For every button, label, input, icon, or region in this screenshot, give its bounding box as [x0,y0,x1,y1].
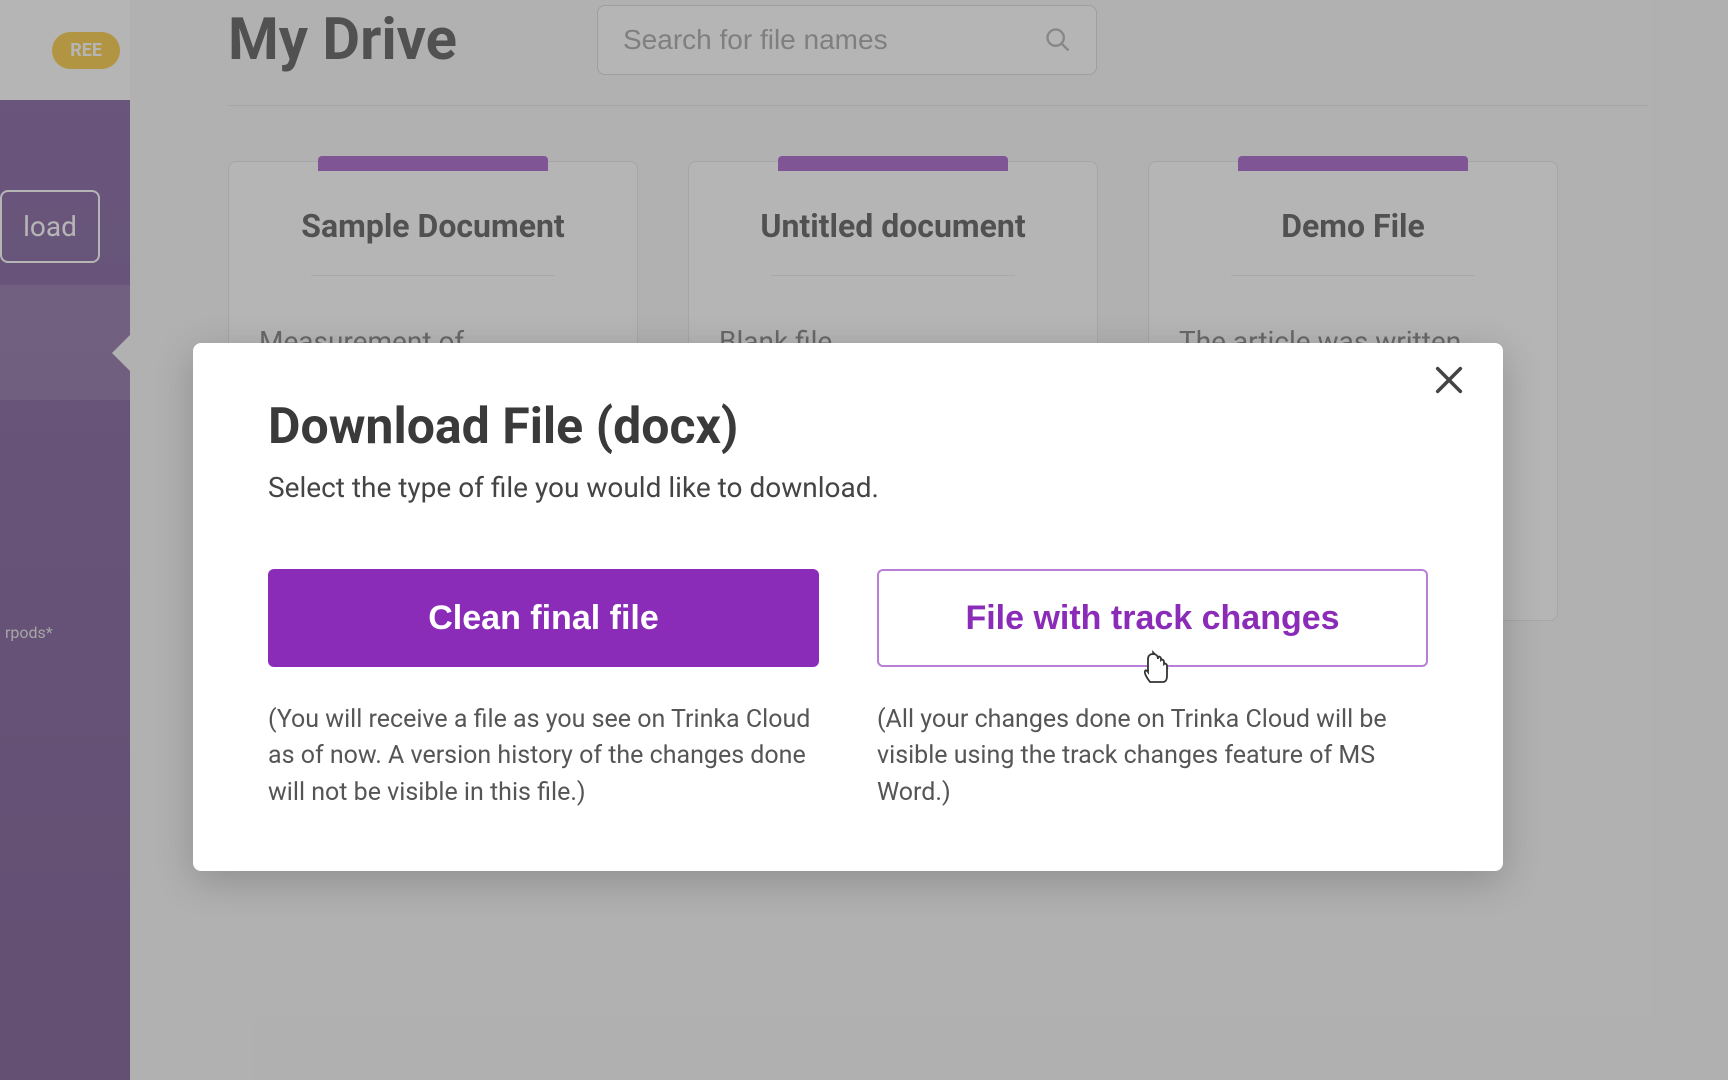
modal-title: Download File (docx) [268,398,1428,456]
modal-subtitle: Select the type of file you would like t… [268,471,1428,504]
modal-options-row: Clean final file (You will receive a fil… [268,569,1428,811]
download-modal: Download File (docx) Select the type of … [193,343,1503,871]
close-icon [1432,363,1466,401]
file-with-track-changes-button[interactable]: File with track changes [877,569,1428,667]
option-clean-file: Clean final file (You will receive a fil… [268,569,819,811]
close-button[interactable] [1425,358,1473,406]
clean-final-file-button[interactable]: Clean final file [268,569,819,667]
option-track-changes: File with track changes (All your change… [877,569,1428,811]
option-description: (You will receive a file as you see on T… [268,702,819,811]
option-description: (All your changes done on Trinka Cloud w… [877,702,1428,811]
